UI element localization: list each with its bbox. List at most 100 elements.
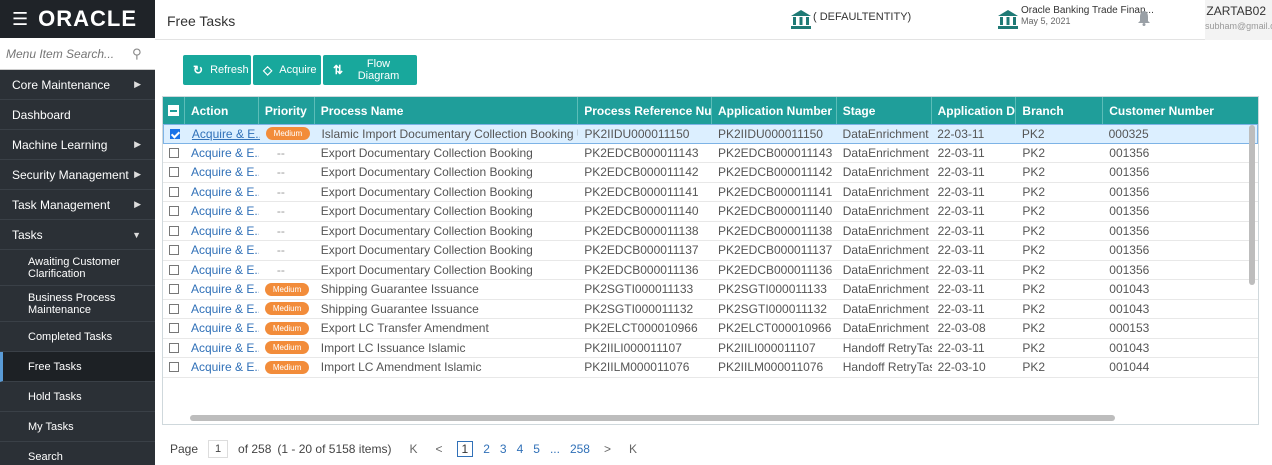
table-row[interactable]: Acquire & E... -- Export Documentary Colle… [163,163,1258,183]
page-link[interactable]: 2 [483,442,490,456]
page-link[interactable]: 258 [570,442,590,456]
refresh-button[interactable]: ↻ Refresh [183,55,251,85]
select-all-checkbox[interactable] [163,97,185,124]
row-checkbox[interactable] [168,284,179,295]
row-checkbox[interactable] [168,225,179,236]
acquire-edit-link[interactable]: Acquire & E... [191,321,259,335]
vertical-scrollbar[interactable] [1249,125,1255,285]
column-header-customer-number[interactable]: Customer Number [1103,97,1258,124]
sidebar-item-task-management[interactable]: Task Management ▶ [0,190,155,220]
cell-branch-text: PK2 [1022,262,1046,277]
sidebar-subitem-awaiting-customer-clarification[interactable]: Awaiting Customer Clarification [0,250,155,286]
column-header-process-reference-number[interactable]: Process Reference Number [578,97,712,124]
acquire-edit-link[interactable]: Acquire & E... [191,243,259,257]
acquire-edit-link[interactable]: Acquire & E... [191,302,259,316]
search-icon[interactable]: ⚲ [132,46,142,62]
acquire-edit-link[interactable]: Acquire & E... [191,341,259,355]
row-checkbox[interactable] [168,303,179,314]
sidebar-item-tasks[interactable]: Tasks ▼ [0,220,155,250]
acquire-button[interactable]: ◇ Acquire [253,55,321,85]
cell-app: PK2SGTI000011132 [712,300,837,319]
sidebar-subitem-business-process-maintenance[interactable]: Business Process Maintenance [0,286,155,322]
cell-branch-text: PK2 [1022,301,1046,316]
bank-icon[interactable] [790,8,812,30]
row-checkbox[interactable] [168,362,179,373]
column-header-stage[interactable]: Stage [837,97,932,124]
sidebar-subitem-my-tasks[interactable]: My Tasks [0,412,155,442]
row-checkbox[interactable] [168,167,179,178]
cell-customer-text: 001356 [1109,184,1150,199]
column-header-application-date[interactable]: Application Date [932,97,1017,124]
acquire-edit-link[interactable]: Acquire & E... [191,165,259,179]
row-checkbox[interactable] [168,186,179,197]
flow-diagram-button[interactable]: ⇅ Flow Diagram [323,55,417,85]
table-row[interactable]: Acquire & E... Medium Export LC Transfer A… [163,319,1258,339]
column-header-branch[interactable]: Branch [1016,97,1104,124]
table-row[interactable]: Acquire & E... -- Export Documentary Colle… [163,241,1258,261]
row-checkbox[interactable] [168,206,179,217]
sidebar-subitem-free-tasks[interactable]: Free Tasks [0,352,155,382]
user-menu[interactable]: ZARTAB02 subham@gmail.com [1205,0,1272,40]
cell-action: Acquire & E... [185,144,259,163]
acquire-edit-link[interactable]: Acquire & E... [192,127,260,141]
page-link[interactable]: 4 [517,442,524,456]
table-row[interactable]: Acquire & E... Medium Shipping Guarantee I… [163,280,1258,300]
table-row[interactable]: Acquire & E... -- Export Documentary Colle… [163,183,1258,202]
menu-search-input[interactable] [6,46,126,61]
row-checkbox[interactable] [168,323,179,334]
table-row[interactable]: Acquire & E... Medium Islamic Import Docum… [163,124,1258,144]
row-checkbox[interactable] [168,245,179,256]
table-row[interactable]: Acquire & E... Medium Import LC Amendment … [163,358,1258,378]
page-number-input[interactable]: 1 [208,440,229,458]
app-name[interactable]: Oracle Banking Trade Finan... May 5, 202… [1021,5,1154,27]
sidebar-item-security-management[interactable]: Security Management ▶ [0,160,155,190]
row-checkbox[interactable] [169,128,180,139]
page-link[interactable]: 1 [456,441,474,457]
acquire-edit-link[interactable]: Acquire & E... [191,282,259,296]
column-header-application-number[interactable]: Application Number [712,97,837,124]
cell-date: 22-03-11 [932,144,1017,163]
table-row[interactable]: Acquire & E... Medium Shipping Guarantee I… [163,300,1258,319]
horizontal-scrollbar[interactable] [190,415,1115,421]
last-page-icon[interactable]: K [629,442,637,456]
cell-ref: PK2IIDU000011150 [578,125,712,143]
acquire-edit-link[interactable]: Acquire & E... [191,204,259,218]
cell-customer: 000325 [1103,125,1257,143]
bank-icon[interactable] [997,8,1019,30]
priority-empty: -- [276,184,285,199]
sidebar-subitem-completed-tasks[interactable]: Completed Tasks [0,322,155,352]
page-link[interactable]: 3 [500,442,507,456]
next-page-icon[interactable]: > [604,442,611,456]
row-checkbox[interactable] [168,147,179,158]
prev-page-icon[interactable]: < [435,442,442,456]
acquire-edit-link[interactable]: Acquire & E... [191,185,259,199]
table-row[interactable]: Acquire & E... -- Export Documentary Colle… [163,144,1258,163]
sidebar-subitem-search[interactable]: Search [0,442,155,465]
entity-name[interactable]: ( DEFAULTENTITY) [813,11,911,23]
cell-stage: DataEnrichment [837,280,932,299]
sidebar-subitem-hold-tasks[interactable]: Hold Tasks [0,382,155,412]
acquire-edit-link[interactable]: Acquire & E... [191,224,259,238]
sidebar-item-dashboard[interactable]: Dashboard [0,100,155,130]
cell-customer: 001356 [1103,261,1258,280]
column-header-priority[interactable]: Priority [259,97,315,124]
table-row[interactable]: Acquire & E... -- Export Documentary Colle… [163,261,1258,280]
sidebar-item-core-maintenance[interactable]: Core Maintenance ▶ [0,70,155,100]
column-header-process-name[interactable]: Process Name [315,97,579,124]
cell-branch-text: PK2 [1022,145,1046,160]
row-checkbox[interactable] [168,264,179,275]
column-header-action[interactable]: Action [185,97,259,124]
bell-icon[interactable] [1137,10,1151,26]
page-link[interactable]: 5 [533,442,540,456]
acquire-edit-link[interactable]: Acquire & E... [191,146,259,160]
hamburger-icon[interactable]: ☰ [12,9,28,30]
acquire-edit-link[interactable]: Acquire & E... [191,263,259,277]
cell-process-text: Export Documentary Collection Booking [320,184,533,199]
table-row[interactable]: Acquire & E... -- Export Documentary Colle… [163,222,1258,241]
first-page-icon[interactable]: K [409,442,417,456]
table-row[interactable]: Acquire & E... Medium Import LC Issuance I… [163,339,1258,358]
acquire-edit-link[interactable]: Acquire & E... [191,360,259,374]
sidebar-item-machine-learning[interactable]: Machine Learning ▶ [0,130,155,160]
table-row[interactable]: Acquire & E... -- Export Documentary Colle… [163,202,1258,222]
row-checkbox[interactable] [168,342,179,353]
